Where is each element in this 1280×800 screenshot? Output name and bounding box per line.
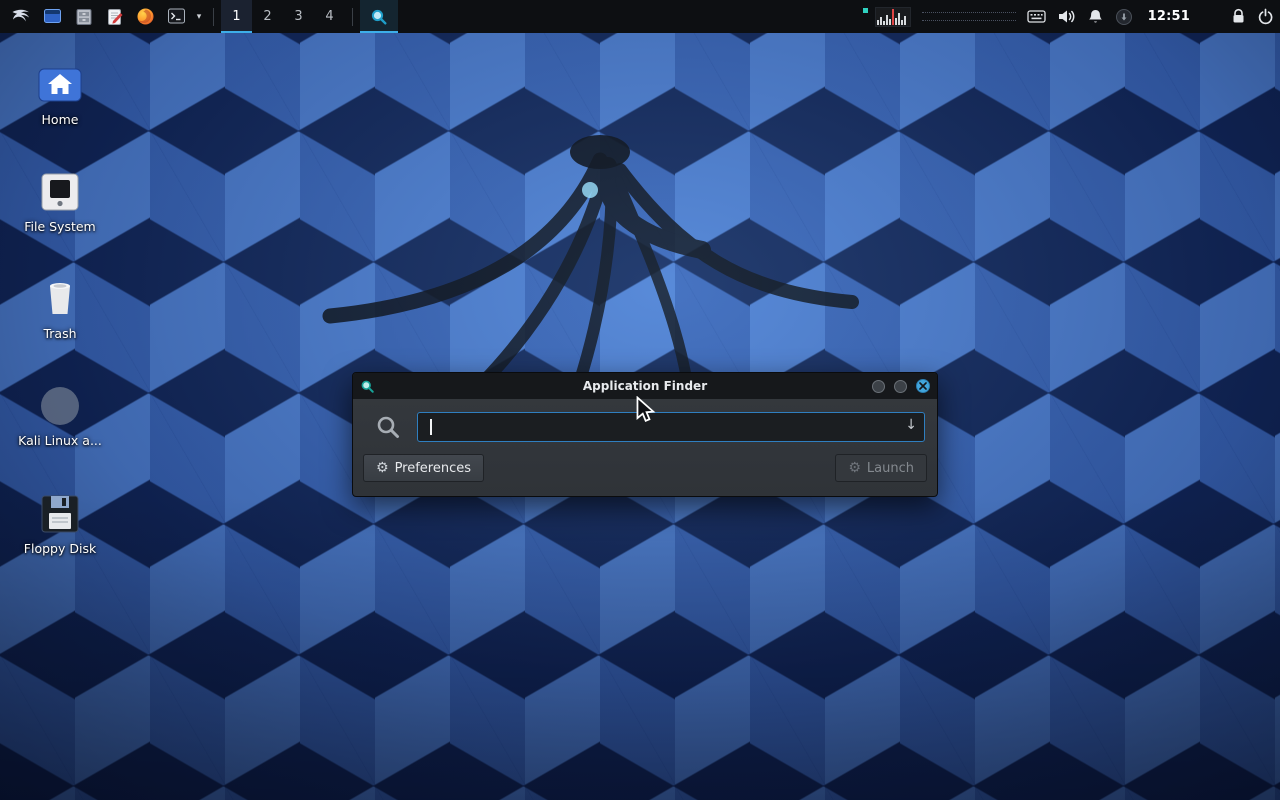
volume-icon[interactable] [1057, 0, 1076, 33]
window-launcher-icon[interactable] [37, 0, 68, 33]
gear-icon: ⚙ [376, 461, 389, 475]
desktop-icon-label: File System [8, 219, 112, 234]
desktop-icon-kali-linux[interactable]: Kali Linux a... [8, 375, 112, 448]
launcher-dropdown-chevron-icon[interactable]: ▾ [192, 0, 206, 33]
top-panel: ▾ 1 2 3 4 [0, 0, 1280, 33]
notifications-bell-icon[interactable] [1087, 0, 1104, 33]
desktop-icon-trash[interactable]: Trash [8, 268, 112, 341]
workspace-button-1[interactable]: 1 [221, 0, 252, 33]
keyboard-icon[interactable] [1027, 0, 1046, 33]
floppy-disk-icon [39, 493, 81, 535]
close-button[interactable] [916, 379, 930, 393]
launch-gear-icon: ⚙ [848, 461, 861, 475]
panel-separator [213, 8, 214, 26]
desktop: ▾ 1 2 3 4 [0, 0, 1280, 800]
workspace-button-3[interactable]: 3 [283, 0, 314, 33]
taskbar-application-finder-button[interactable] [360, 0, 398, 33]
search-entry: ↓ [417, 412, 925, 442]
kali-menu-icon[interactable] [6, 0, 37, 33]
drive-icon [38, 171, 82, 213]
application-finder-icon [360, 379, 375, 394]
desktop-icon-label: Home [8, 112, 112, 127]
trash-bin-icon [38, 276, 82, 320]
preferences-label: Preferences [395, 461, 471, 476]
workspace-button-4[interactable]: 4 [314, 0, 345, 33]
panel-separator [352, 8, 353, 26]
graph-indicator [863, 8, 868, 13]
clock[interactable]: 12:51 [1148, 9, 1190, 24]
kali-docs-icon [38, 383, 82, 427]
launch-label: Launch [867, 461, 914, 476]
screen-lock-icon[interactable] [1231, 0, 1246, 33]
workspace-button-2[interactable]: 2 [252, 0, 283, 33]
window-title: Application Finder [353, 379, 937, 393]
launch-button[interactable]: ⚙ Launch [835, 454, 927, 482]
application-finder-window: Application Finder [352, 372, 938, 497]
desktop-icon-label: Floppy Disk [8, 541, 112, 556]
finder-body: ↓ ⚙ Preferences ⚙ Launch [353, 399, 937, 496]
expand-arrow-icon[interactable]: ↓ [905, 417, 917, 433]
desktop-icon-home[interactable]: Home [8, 54, 112, 127]
desktop-icon-label: Trash [8, 326, 112, 341]
maximize-button[interactable] [894, 380, 907, 393]
titlebar[interactable]: Application Finder [353, 373, 937, 399]
system-tray-graph [922, 6, 1016, 28]
desktop-icon-file-system[interactable]: File System [8, 161, 112, 234]
search-icon [375, 414, 401, 440]
home-folder-icon [37, 64, 83, 106]
magnifier-icon [370, 8, 388, 26]
terminal-icon[interactable] [161, 0, 192, 33]
search-input[interactable] [417, 412, 925, 442]
file-manager-icon[interactable] [68, 0, 99, 33]
preferences-button[interactable]: ⚙ Preferences [363, 454, 484, 482]
cpu-graph[interactable] [875, 7, 911, 27]
text-editor-icon[interactable] [99, 0, 130, 33]
firefox-icon[interactable] [130, 0, 161, 33]
minimize-button[interactable] [872, 380, 885, 393]
desktop-icon-floppy-disk[interactable]: Floppy Disk [8, 483, 112, 556]
logout-icon[interactable] [1257, 0, 1274, 33]
desktop-icon-label: Kali Linux a... [8, 433, 112, 448]
network-icon[interactable] [1115, 0, 1133, 33]
close-icon [919, 382, 927, 390]
